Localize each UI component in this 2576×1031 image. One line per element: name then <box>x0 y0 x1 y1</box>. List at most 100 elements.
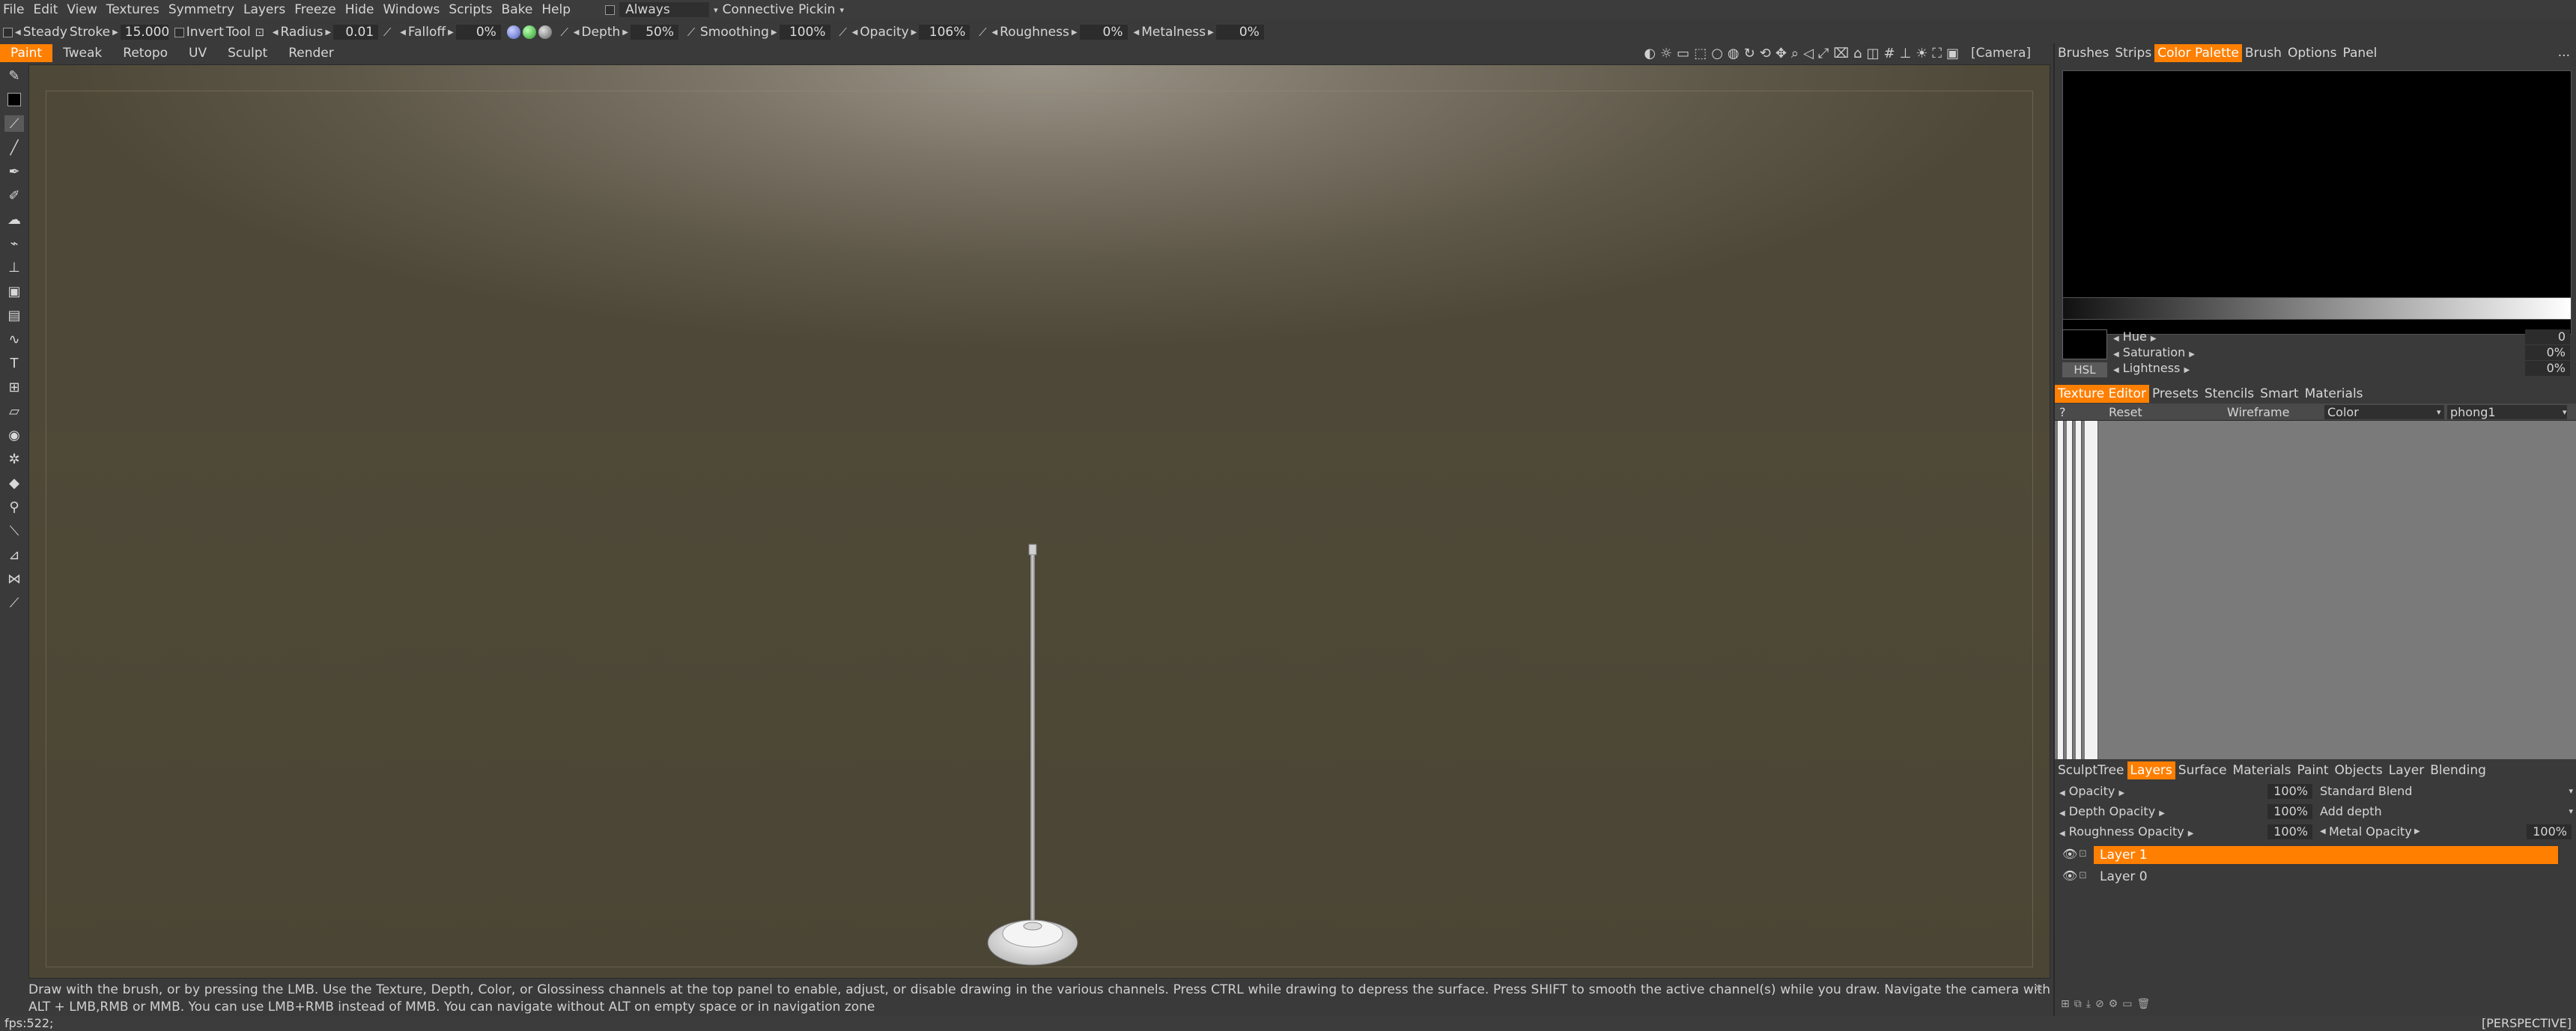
material-dropdown[interactable]: phong1 <box>2447 404 2567 419</box>
eraser-tool-icon[interactable]: ▱ <box>4 403 24 419</box>
tab-layers[interactable]: Layers <box>2127 761 2175 779</box>
clone-tool-icon[interactable]: ✲ <box>4 451 24 467</box>
zoom-icon[interactable]: ⌕ <box>1791 46 1799 61</box>
chevron-down-icon[interactable]: ▾ <box>2437 407 2441 417</box>
axis-icon[interactable]: ⊥ <box>1900 46 1912 61</box>
triangle-left-icon[interactable]: ◀ <box>2059 830 2065 838</box>
tab-stencils[interactable]: Stencils <box>2202 385 2257 403</box>
triangle-left-icon[interactable]: ◀ <box>2320 823 2326 841</box>
depth-mode-dropdown[interactable]: Add depth <box>2320 803 2382 821</box>
clear-layer-icon[interactable]: ⊘ <box>2095 998 2104 1010</box>
triangle-right-icon[interactable]: ▶ <box>2159 809 2165 818</box>
color-channel-icon[interactable] <box>522 25 536 39</box>
tab-paint[interactable]: Paint <box>0 44 53 62</box>
menu-symmetry[interactable]: Symmetry <box>164 0 239 19</box>
depth-opacity-value[interactable]: 100% <box>2267 804 2312 819</box>
metalness-value[interactable]: 0% <box>1215 25 1264 40</box>
tab-tweak[interactable]: Tweak <box>52 44 112 62</box>
layer-row-layer-1[interactable]: 👁 ⊡ Layer 1 <box>2055 845 2576 864</box>
picker-tool-icon[interactable]: ⚲ <box>4 499 24 515</box>
foreground-color-swatch[interactable] <box>7 93 21 106</box>
camera-toggle-icon[interactable]: ▣ <box>1946 46 1959 61</box>
lightness-gradient-slider[interactable] <box>2062 297 2572 320</box>
paint-brush-tool-icon[interactable]: ⟋ <box>4 115 24 132</box>
radius-value[interactable]: 0.01 <box>333 25 379 40</box>
tab-panel[interactable]: Panel <box>2340 44 2381 62</box>
knife-tool-icon[interactable]: ⟍ <box>4 523 24 539</box>
frame-icon[interactable]: ▭ <box>1677 46 1689 61</box>
scraper-tool-icon[interactable]: ⊿ <box>4 547 24 563</box>
pencil-tool-icon[interactable]: ✐ <box>4 187 24 204</box>
screenshot-icon[interactable]: ⌧ <box>1833 46 1849 61</box>
tab-sculpt[interactable]: Sculpt <box>217 44 278 62</box>
material-icon[interactable]: ○ <box>1711 46 1723 61</box>
droplet-icon[interactable]: ◍ <box>1728 46 1740 61</box>
tab-strips[interactable]: Strips <box>2112 44 2154 62</box>
metal-opacity-value[interactable]: 100% <box>2527 824 2572 839</box>
visibility-eye-icon[interactable]: 👁 <box>2062 866 2077 886</box>
triangle-right-icon[interactable]: ▶ <box>2151 335 2157 343</box>
orbit-icon[interactable]: ⟲ <box>1760 46 1771 61</box>
invert-tool-option[interactable]: Invert Tool ⊡ <box>171 22 270 42</box>
tab-layer[interactable]: Layer <box>2386 761 2427 779</box>
sun-icon[interactable]: ☀ <box>1916 46 1928 61</box>
triangle-right-icon[interactable]: ▶ <box>2414 823 2420 841</box>
chevron-down-icon[interactable]: ▾ <box>2563 407 2567 417</box>
merge-down-icon[interactable]: ⤓ <box>2086 998 2091 1010</box>
triangle-right-icon[interactable]: ▶ <box>2118 789 2124 797</box>
depth-value[interactable]: 50% <box>630 25 678 40</box>
tab-brushes[interactable]: Brushes <box>2055 44 2112 62</box>
tab-sculpttree[interactable]: SculptTree <box>2055 761 2127 779</box>
hsl-mode-button[interactable]: HSL <box>2062 362 2107 377</box>
triangle-right-icon[interactable]: ▶ <box>771 28 777 37</box>
tab-presets[interactable]: Presets <box>2149 385 2202 403</box>
triangle-left-icon[interactable]: ◀ <box>574 28 580 37</box>
line-tool-icon[interactable]: ╱ <box>4 139 24 156</box>
tab-surface[interactable]: Surface <box>2175 761 2230 779</box>
tab-brush[interactable]: Brush <box>2242 44 2285 62</box>
menu-hide[interactable]: Hide <box>341 0 379 19</box>
menu-help[interactable]: Help <box>537 0 575 19</box>
always-checkbox[interactable] <box>605 4 616 15</box>
tab-objects[interactable]: Objects <box>2332 761 2386 779</box>
tab-texture-editor[interactable]: Texture Editor <box>2055 385 2149 403</box>
layer-name[interactable]: Layer 0 <box>2094 868 2558 886</box>
gloss-channel-icon[interactable] <box>538 25 552 39</box>
tab-paint-objects[interactable]: Paint <box>2294 761 2331 779</box>
depth-option[interactable]: ⟋ ◀ Depth ▶ 50% <box>555 22 681 42</box>
light-icon[interactable]: ☼ <box>1660 46 1672 61</box>
pen-pressure-icon[interactable]: ⟋ <box>380 25 394 39</box>
fullscreen-icon[interactable]: ⛶ <box>1932 46 1942 61</box>
triangle-left-icon[interactable]: ◀ <box>15 28 21 37</box>
stroke-value[interactable]: 15.000 <box>120 25 169 40</box>
opacity-option[interactable]: ⟋ ◀ Opacity ▶ 106% <box>833 22 973 42</box>
fit-view-icon[interactable]: ⤢ <box>1818 46 1829 61</box>
triangle-right-icon[interactable]: ▶ <box>112 28 118 37</box>
menu-view[interactable]: View <box>62 0 101 19</box>
tab-options[interactable]: Options <box>2285 44 2340 62</box>
opacity-value[interactable]: 106% <box>919 25 970 40</box>
menu-textures[interactable]: Textures <box>102 0 164 19</box>
layer-tool-icon[interactable]: ▤ <box>4 307 24 323</box>
pen-tool-icon[interactable]: ✒ <box>4 163 24 180</box>
falloff-value[interactable]: 0% <box>455 25 501 40</box>
panel-menu-icon[interactable]: ... <box>2558 43 2570 61</box>
wireframe-toggle[interactable]: Wireframe <box>2227 405 2289 419</box>
close-icon[interactable]: ✕ <box>2035 980 2043 997</box>
saturation-row[interactable]: ◀ Saturation ▶ 0% <box>2113 345 2570 360</box>
chevron-down-icon[interactable]: ▾ <box>2569 782 2573 800</box>
triangle-right-icon[interactable]: ▶ <box>911 28 917 37</box>
triangle-left-icon[interactable]: ◀ <box>2113 366 2119 374</box>
triangle-left-icon[interactable]: ◀ <box>2059 789 2065 797</box>
lightness-row[interactable]: ◀ Lightness ▶ 0% <box>2113 361 2570 376</box>
triangle-right-icon[interactable]: ▶ <box>448 28 454 37</box>
menu-windows[interactable]: Windows <box>378 0 444 19</box>
folder-icon[interactable]: ▭ <box>2122 998 2132 1010</box>
connective-label[interactable]: Connective <box>723 2 795 17</box>
grid-icon[interactable]: # <box>1883 46 1895 61</box>
symmetry-tool-icon[interactable]: ⋈ <box>4 571 24 587</box>
tab-smart[interactable]: Smart <box>2257 385 2301 403</box>
chevron-down-icon[interactable]: ▾ <box>714 5 718 15</box>
hue-value[interactable]: 0 <box>2525 329 2570 344</box>
roughness-option[interactable]: ⟋ ◀ Roughness ▶ 0% <box>973 22 1130 42</box>
